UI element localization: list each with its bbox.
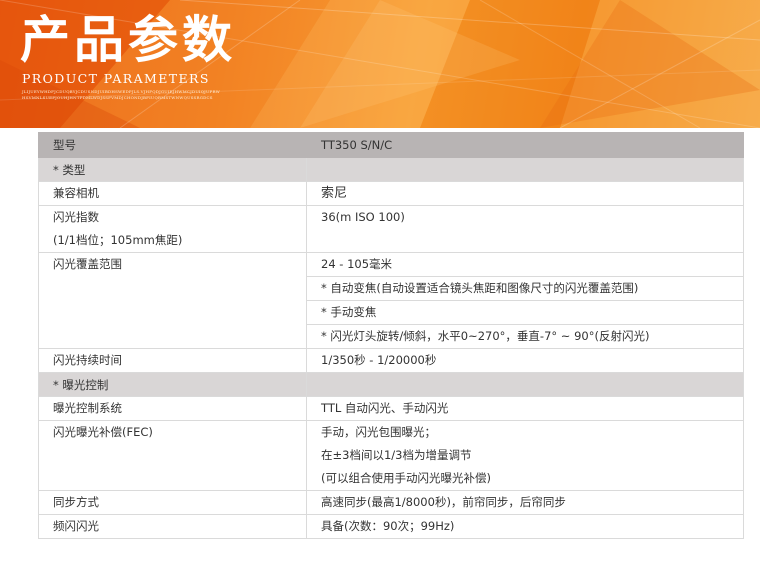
param-value: 在±3档间以1/3档为增量调节 bbox=[321, 448, 472, 462]
param-label-cell: 兼容相机 bbox=[38, 181, 307, 206]
table-header-row: 型号 TT350 S/N/C bbox=[38, 132, 744, 158]
param-label: 曝光控制系统 bbox=[53, 401, 122, 415]
section-label: * 类型 bbox=[38, 157, 307, 182]
page-subtitle: PRODUCT PARAMETERS bbox=[22, 71, 210, 86]
param-value: 1/350秒 - 1/20000秒 bbox=[321, 353, 437, 367]
section-label: * 曝光控制 bbox=[38, 372, 307, 397]
table-row: 闪光指数 (1/1档位；105mm焦距) 36(m ISO 100) bbox=[38, 205, 744, 253]
param-label: 同步方式 bbox=[53, 495, 99, 509]
param-value: * 自动变焦(自动设置适合镜头焦距和图像尺寸的闪光覆盖范围) bbox=[307, 276, 743, 300]
table-row: 闪光曝光补偿(FEC) 手动，闪光包围曝光； 在±3档间以1/3档为增量调节 (可以组… bbox=[38, 420, 744, 491]
param-value: * 闪光灯头旋转/倾斜，水平0~270°，垂直-7° ~ 90°(反射闪光) bbox=[307, 324, 743, 348]
header-banner: 产品参数 PRODUCT PARAMETERS JLIJUEYWHDFJCDUQ… bbox=[0, 0, 760, 128]
param-label-cell: 闪光持续时间 bbox=[38, 348, 307, 373]
section-value-empty bbox=[306, 372, 744, 397]
param-label: 闪光持续时间 bbox=[53, 353, 122, 367]
param-label: 闪光覆盖范围 bbox=[53, 257, 122, 271]
param-value-cell: 高速同步(最高1/8000秒)，前帘同步，后帘同步 bbox=[306, 490, 744, 515]
param-label-cell: 同步方式 bbox=[38, 490, 307, 515]
param-label-cell: 闪光指数 (1/1档位；105mm焦距) bbox=[38, 205, 307, 253]
param-value: * 手动变焦 bbox=[307, 300, 743, 324]
table-row: 兼容相机 索尼 bbox=[38, 181, 744, 206]
param-label: 闪光曝光补偿(FEC) bbox=[53, 425, 153, 439]
param-label: 兼容相机 bbox=[53, 186, 99, 200]
param-value-cell: 具备(次数：90次；99Hz) bbox=[306, 514, 744, 539]
param-value: TTL 自动闪光、手动闪光 bbox=[321, 401, 449, 415]
decorative-fine-print: JLIJUEYWHDFJCDUQBYJCDUSNDJUIBDHSWEDPJLS.… bbox=[22, 89, 220, 100]
param-label-cell: 闪光曝光补偿(FEC) bbox=[38, 420, 307, 491]
param-label: 闪光指数 bbox=[53, 210, 99, 224]
table-row: 闪光覆盖范围 24 - 105毫米 * 自动变焦(自动设置适合镜头焦距和图像尺寸的闪… bbox=[38, 252, 744, 349]
table-row: 闪光持续时间 1/350秒 - 1/20000秒 bbox=[38, 348, 744, 373]
parameters-table-container: 型号 TT350 S/N/C * 类型兼容相机 索尼闪光指数 (1/1档位；105m… bbox=[38, 132, 744, 539]
param-label-cell: 曝光控制系统 bbox=[38, 396, 307, 421]
table-row: 同步方式 高速同步(最高1/8000秒)，前帘同步，后帘同步 bbox=[38, 490, 744, 515]
section-row: * 类型 bbox=[38, 157, 744, 182]
param-label-note: (1/1档位；105mm焦距) bbox=[53, 233, 183, 247]
param-label-cell: 闪光覆盖范围 bbox=[38, 252, 307, 349]
header-label: 型号 bbox=[38, 132, 307, 158]
section-row: * 曝光控制 bbox=[38, 372, 744, 397]
param-value: 索尼 bbox=[321, 186, 348, 201]
param-value-cell: 手动，闪光包围曝光； 在±3档间以1/3档为增量调节 (可以组合使用手动闪光曝光补偿… bbox=[306, 420, 744, 491]
param-label: 频闪闪光 bbox=[53, 519, 99, 533]
table-row: 曝光控制系统 TTL 自动闪光、手动闪光 bbox=[38, 396, 744, 421]
header-value: TT350 S/N/C bbox=[306, 132, 744, 158]
page-title: 产品参数 bbox=[20, 11, 236, 69]
table-row: 频闪闪光 具备(次数：90次；99Hz) bbox=[38, 514, 744, 539]
param-value: 手动，闪光包围曝光； bbox=[321, 425, 436, 439]
param-value-cell: TTL 自动闪光、手动闪光 bbox=[306, 396, 744, 421]
param-value-cell: 1/350秒 - 1/20000秒 bbox=[306, 348, 744, 373]
param-value: 36(m ISO 100) bbox=[321, 210, 405, 224]
param-value: 高速同步(最高1/8000秒)，前帘同步，后帘同步 bbox=[321, 495, 566, 509]
parameters-table: 型号 TT350 S/N/C * 类型兼容相机 索尼闪光指数 (1/1档位；105m… bbox=[38, 132, 744, 539]
param-value: (可以组合使用手动闪光曝光补偿) bbox=[321, 471, 491, 485]
param-value: 24 - 105毫米 bbox=[321, 257, 393, 271]
section-value-empty bbox=[306, 157, 744, 182]
param-value-cell: 24 - 105毫米 * 自动变焦(自动设置适合镜头焦距和图像尺寸的闪光覆盖范围)… bbox=[306, 252, 744, 349]
param-value-cell: 索尼 bbox=[306, 181, 744, 206]
param-label-cell: 频闪闪光 bbox=[38, 514, 307, 539]
param-value: 具备(次数：90次；99Hz) bbox=[321, 519, 455, 533]
param-value-cell: 36(m ISO 100) bbox=[306, 205, 744, 253]
